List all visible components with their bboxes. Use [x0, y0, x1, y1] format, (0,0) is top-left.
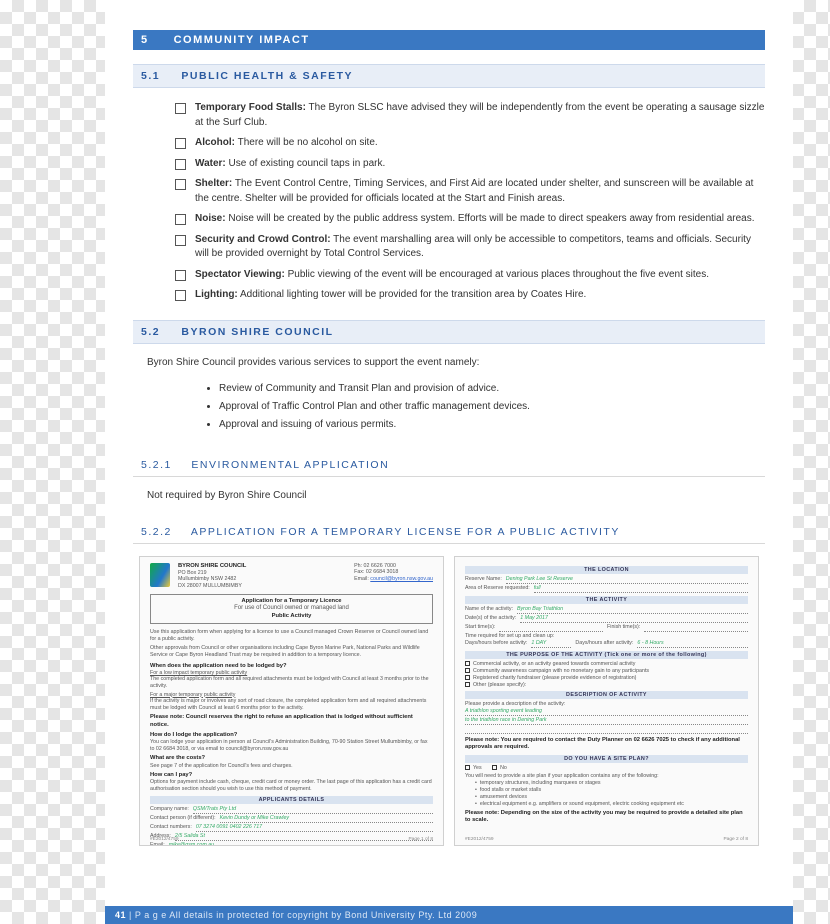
subsection-number: 5.2: [141, 326, 177, 338]
subsubsection-title: ENVIRONMENTAL APPLICATION: [191, 459, 389, 471]
checklist-item: Shelter: The Event Control Centre, Timin…: [175, 174, 765, 209]
subsubsection-number: 5.2.1: [141, 459, 187, 471]
checklist-text: Additional lighting tower will be provid…: [238, 289, 587, 300]
council-address-block: BYRON SHIRE COUNCIL PO Box 219 Mullumbim…: [178, 563, 246, 590]
health-safety-checklist: Temporary Food Stalls: The Byron SLSC ha…: [133, 88, 765, 306]
section-title: COMMUNITY IMPACT: [174, 34, 310, 46]
checklist-label: Security and Crowd Control:: [195, 234, 331, 245]
bullet-item: Approval and issuing of various permits.: [219, 416, 765, 434]
checklist-text: Public viewing of the event will be enco…: [285, 269, 709, 280]
checklist-label: Shelter:: [195, 178, 232, 189]
checklist-text: Use of existing council taps in park.: [226, 158, 386, 169]
checklist-label: Water:: [195, 158, 226, 169]
page-label: | P a g e: [126, 910, 167, 920]
page-footer: 41 | P a g e All details in protected fo…: [105, 906, 793, 924]
copyright-text: All details in protected for copyright b…: [167, 910, 477, 920]
checkbox-icon: [492, 765, 497, 770]
form-section-activity: THE ACTIVITY: [465, 596, 748, 604]
paragraph-5-2-1: Not required by Byron Shire Council: [133, 477, 765, 507]
checkbox-icon: [465, 675, 470, 680]
subsection-number: 5.1: [141, 70, 177, 82]
checklist-label: Temporary Food Stalls:: [195, 102, 306, 113]
org-name: BYRON SHIRE COUNCIL: [178, 563, 246, 569]
paragraph-5-2: Byron Shire Council provides various ser…: [133, 344, 765, 374]
bullet-item: Approval of Traffic Control Plan and oth…: [219, 398, 765, 416]
form-title-box: Application for a Temporary Licence For …: [150, 594, 433, 625]
checklist-label: Spectator Viewing:: [195, 269, 285, 280]
subsection-5-2-2-header: 5.2.2 APPLICATION FOR A TEMPORARY LICENS…: [133, 521, 765, 544]
checklist-item: Water: Use of existing council taps in p…: [175, 154, 765, 175]
checklist-text: Noise will be created by the public addr…: [226, 213, 755, 224]
section-5-header: 5 COMMUNITY IMPACT: [133, 30, 765, 50]
subsubsection-number: 5.2.2: [141, 526, 187, 538]
form-page-1: BYRON SHIRE COUNCIL PO Box 219 Mullumbim…: [139, 556, 444, 846]
checklist-text: There will be no alcohol on site.: [235, 137, 378, 148]
subsection-title: BYRON SHIRE COUNCIL: [181, 326, 333, 338]
form-section-purpose: THE PURPOSE OF THE ACTIVITY (Tick one or…: [465, 651, 748, 659]
checklist-label: Alcohol:: [195, 137, 235, 148]
checklist-item: Spectator Viewing: Public viewing of the…: [175, 265, 765, 286]
form-section-description: DESCRIPTION OF ACTIVITY: [465, 691, 748, 699]
checkbox-icon: [465, 765, 470, 770]
section-number: 5: [141, 34, 169, 46]
checklist-item: Security and Crowd Control: The event ma…: [175, 230, 765, 265]
form-section-siteplan: DO YOU HAVE A SITE PLAN?: [465, 755, 748, 763]
embedded-forms-row: BYRON SHIRE COUNCIL PO Box 219 Mullumbim…: [133, 544, 765, 846]
subsection-title: PUBLIC HEALTH & SAFETY: [181, 70, 353, 82]
checklist-item: Noise: Noise will be created by the publ…: [175, 209, 765, 230]
checkbox-icon: [465, 661, 470, 666]
subsection-5-2-1-header: 5.2.1 ENVIRONMENTAL APPLICATION: [133, 454, 765, 477]
bullets-5-2: Review of Community and Transit Plan and…: [133, 374, 765, 440]
checklist-item: Temporary Food Stalls: The Byron SLSC ha…: [175, 98, 765, 133]
checklist-label: Lighting:: [195, 289, 238, 300]
document-page: 5 COMMUNITY IMPACT 5.1 PUBLIC HEALTH & S…: [105, 0, 793, 924]
subsection-5-2-header: 5.2 BYRON SHIRE COUNCIL: [133, 320, 765, 344]
form-section-applicants: APPLICANTS DETAILS: [150, 796, 433, 804]
page-number: 41: [115, 910, 126, 920]
form-section-location: THE LOCATION: [465, 566, 748, 574]
checklist-item: Alcohol: There will be no alcohol on sit…: [175, 133, 765, 154]
council-logo: [150, 563, 170, 587]
checklist-label: Noise:: [195, 213, 226, 224]
form-page-2: THE LOCATION Reserve Name:Dening Park Le…: [454, 556, 759, 846]
subsubsection-title: APPLICATION FOR A TEMPORARY LICENSE FOR …: [191, 526, 620, 538]
checklist-text: The Event Control Centre, Timing Service…: [195, 178, 753, 204]
checkbox-icon: [465, 682, 470, 687]
bullet-item: Review of Community and Transit Plan and…: [219, 380, 765, 398]
checkbox-icon: [465, 668, 470, 673]
subsection-5-1-header: 5.1 PUBLIC HEALTH & SAFETY: [133, 64, 765, 88]
council-contact-block: Ph: 02 6626 7000 Fax: 02 6684 3018 Email…: [354, 563, 433, 583]
checklist-item: Lighting: Additional lighting tower will…: [175, 285, 765, 306]
